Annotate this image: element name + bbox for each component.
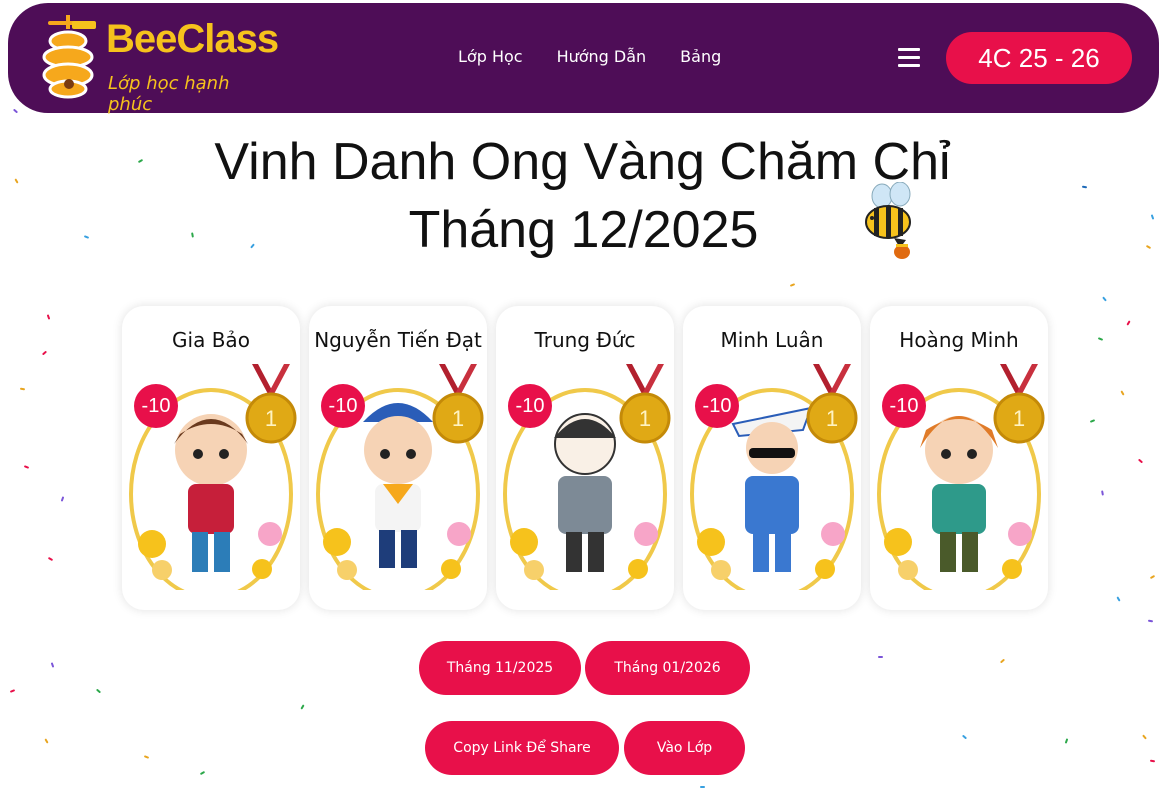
hamburger-menu-icon[interactable] [898, 48, 920, 68]
svg-text:1: 1 [1013, 406, 1025, 431]
nav-links: Lớp Học Hướng Dẫn Bảng [458, 47, 721, 66]
svg-text:1: 1 [639, 406, 651, 431]
nav-link-huong-dan[interactable]: Hướng Dẫn [557, 47, 647, 66]
student-name: Gia Bảo [172, 328, 250, 352]
score-badge: -10 [508, 384, 552, 428]
copy-link-button[interactable]: Copy Link Để Share [425, 721, 619, 775]
student-name: Minh Luân [720, 328, 824, 352]
score-badge: -10 [321, 384, 365, 428]
student-card[interactable]: Gia Bảo -10 1 [122, 306, 300, 610]
next-month-button[interactable]: Tháng 01/2026 [585, 641, 750, 695]
top-navbar: BeeClass Lớp học hạnh phúc Lớp Học Hướng… [8, 3, 1159, 115]
svg-text:1: 1 [452, 406, 464, 431]
student-card[interactable]: Minh Luân -10 1 [683, 306, 861, 610]
nav-link-bang[interactable]: Bảng [680, 47, 721, 66]
gold-medal-icon: 1 [806, 364, 858, 444]
student-name: Hoàng Minh [899, 328, 1019, 352]
student-card[interactable]: Hoàng Minh -10 1 [870, 306, 1048, 610]
student-name: Trung Đức [534, 328, 636, 352]
gold-medal-icon: 1 [619, 364, 671, 444]
score-badge: -10 [695, 384, 739, 428]
score-badge: -10 [882, 384, 926, 428]
gold-medal-icon: 1 [993, 364, 1045, 444]
bee-mascot-icon [865, 182, 911, 259]
prev-month-button[interactable]: Tháng 11/2025 [419, 641, 581, 695]
brand-name: BeeClass [106, 17, 279, 61]
svg-text:1: 1 [826, 406, 838, 431]
brand-tagline: Lớp học hạnh phúc [108, 73, 230, 115]
score-badge: -10 [134, 384, 178, 428]
beehive-icon [42, 15, 96, 99]
gold-medal-icon: 1 [432, 364, 484, 444]
brand-logo[interactable]: BeeClass Lớp học hạnh phúc [38, 15, 279, 115]
svg-text:1: 1 [265, 406, 277, 431]
page-title: Vinh Danh Ong Vàng Chăm Chỉ [214, 133, 951, 191]
page-subtitle: Tháng 12/2025 [408, 201, 759, 259]
student-name: Nguyễn Tiến Đạt [314, 328, 482, 352]
class-selector-button[interactable]: 4C 25 - 26 [946, 32, 1132, 84]
student-card[interactable]: Trung Đức -10 1 [496, 306, 674, 610]
nav-link-lop-hoc[interactable]: Lớp Học [458, 47, 523, 66]
gold-medal-icon: 1 [245, 364, 297, 444]
student-card[interactable]: Nguyễn Tiến Đạt -10 1 [309, 306, 487, 610]
join-class-button[interactable]: Vào Lớp [624, 721, 745, 775]
